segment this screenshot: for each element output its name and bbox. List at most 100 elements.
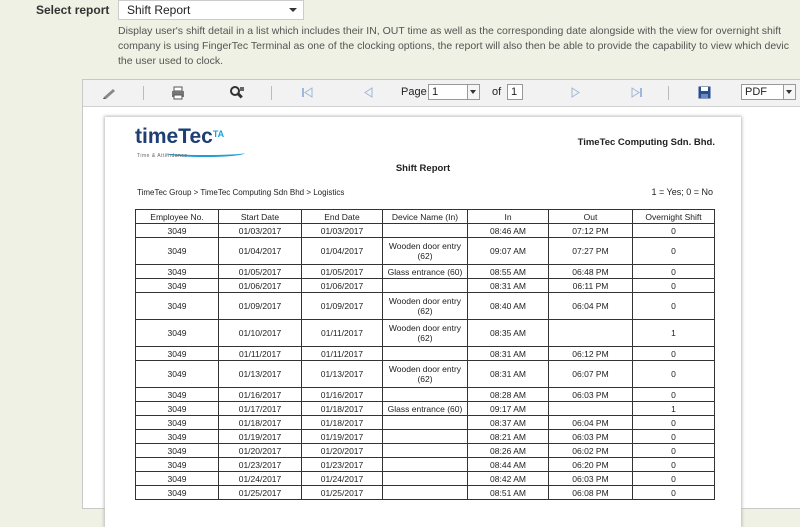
table-cell: 0: [632, 415, 715, 430]
toolbar-separator: [143, 86, 144, 100]
table-cell: 0: [632, 485, 715, 500]
table-cell: 01/23/2017: [301, 457, 383, 472]
table-cell: 01/13/2017: [301, 360, 383, 388]
table-cell: [548, 319, 633, 347]
table-cell: 01/06/2017: [218, 278, 302, 293]
overnight-legend: 1 = Yes; 0 = No: [651, 187, 713, 197]
table-row: 3049 01/18/2017 01/18/2017 08:37 AM 06:04 PM…: [135, 415, 715, 430]
table-cell: Glass entrance (60): [382, 264, 468, 279]
logo-text: timeTec: [135, 125, 213, 148]
description-line: the user used to clock.: [118, 55, 224, 67]
table-cell: 08:35 AM: [467, 319, 549, 347]
table-cell: 0: [632, 387, 715, 402]
table-cell: 0: [632, 360, 715, 388]
table-cell: 3049: [135, 401, 219, 416]
report-page: timeTecTA Time & Attendance TimeTec Comp…: [105, 117, 741, 527]
logo-tagline: Time & Attendance: [137, 153, 188, 159]
table-cell: 08:42 AM: [467, 471, 549, 486]
table-cell: [382, 485, 468, 500]
table-cell: 0: [632, 264, 715, 279]
table-cell: 3049: [135, 471, 219, 486]
table-cell: Wooden door entry (62): [382, 360, 468, 388]
next-page-icon[interactable]: [571, 87, 581, 98]
table-cell: 01/04/2017: [218, 237, 302, 265]
table-row: 3049 01/17/2017 01/18/2017 Glass entrance (…: [135, 401, 715, 416]
table-cell: 06:07 PM: [548, 360, 633, 388]
table-cell: 0: [632, 237, 715, 265]
table-cell: [548, 401, 633, 416]
table-cell: 0: [632, 429, 715, 444]
column-header: Out: [548, 209, 633, 224]
table-cell: 08:28 AM: [467, 387, 549, 402]
export-format-select[interactable]: PDF: [741, 84, 786, 100]
table-cell: 01/16/2017: [301, 387, 383, 402]
save-icon[interactable]: [698, 86, 711, 99]
last-page-icon[interactable]: [631, 87, 643, 98]
table-cell: 07:27 PM: [548, 237, 633, 265]
report-select[interactable]: Shift Report: [118, 0, 304, 20]
table-cell: 06:08 PM: [548, 485, 633, 500]
table-cell: 06:02 PM: [548, 443, 633, 458]
table-cell: 1: [632, 319, 715, 347]
table-cell: 08:31 AM: [467, 278, 549, 293]
table-cell: 01/03/2017: [218, 223, 302, 238]
column-header: Start Date: [218, 209, 302, 224]
table-cell: 01/23/2017: [218, 457, 302, 472]
toolbar-separator: [668, 86, 669, 100]
table-cell: 0: [632, 457, 715, 472]
toolbar-separator: [271, 86, 272, 100]
table-cell: 01/24/2017: [218, 471, 302, 486]
table-cell: 01/11/2017: [301, 346, 383, 361]
table-cell: 06:20 PM: [548, 457, 633, 472]
page-dropdown[interactable]: [467, 84, 480, 100]
viewer-toolbar: Page 1 of 1 PDF: [83, 80, 800, 107]
table-cell: 01/11/2017: [301, 319, 383, 347]
edit-icon[interactable]: [103, 87, 117, 99]
table-cell: 01/05/2017: [218, 264, 302, 279]
find-icon[interactable]: [229, 85, 245, 100]
table-cell: 3049: [135, 387, 219, 402]
column-header: Device Name (In): [382, 209, 468, 224]
table-cell: 01/20/2017: [218, 443, 302, 458]
page-label: Page: [401, 86, 427, 98]
column-header: Employee No.: [135, 209, 219, 224]
table-header-row: Employee No. Start Date End Date Device Nam…: [135, 209, 715, 224]
table-cell: 3049: [135, 237, 219, 265]
table-cell: 06:03 PM: [548, 429, 633, 444]
table-cell: 1: [632, 401, 715, 416]
prev-page-icon[interactable]: [363, 87, 373, 98]
table-cell: Wooden door entry (62): [382, 319, 468, 347]
table-cell: 3049: [135, 485, 219, 500]
table-row: 3049 01/16/2017 01/16/2017 08:28 AM 06:03 PM…: [135, 387, 715, 402]
table-cell: [382, 471, 468, 486]
table-cell: 3049: [135, 223, 219, 238]
table-cell: [382, 346, 468, 361]
report-title: Shift Report: [395, 163, 451, 174]
timetec-logo: timeTecTA Time & Attendance: [135, 125, 245, 159]
table-cell: 01/25/2017: [218, 485, 302, 500]
page-input[interactable]: 1: [428, 84, 471, 100]
table-row: 3049 01/19/2017 01/19/2017 08:21 AM 06:03 PM…: [135, 429, 715, 444]
table-row: 3049 01/03/2017 01/03/2017 08:46 AM 07:12 PM…: [135, 223, 715, 238]
table-cell: 0: [632, 223, 715, 238]
first-page-icon[interactable]: [301, 87, 313, 98]
table-row: 3049 01/06/2017 01/06/2017 08:31 AM 06:11 PM…: [135, 278, 715, 293]
table-cell: 01/03/2017: [301, 223, 383, 238]
print-icon[interactable]: [171, 86, 185, 100]
table-row: 3049 01/09/2017 01/09/2017 Wooden door entr…: [135, 292, 715, 320]
table-cell: 01/10/2017: [218, 319, 302, 347]
table-cell: 08:31 AM: [467, 360, 549, 388]
table-cell: 09:07 AM: [467, 237, 549, 265]
table-cell: 3049: [135, 278, 219, 293]
table-row: 3049 01/11/2017 01/11/2017 08:31 AM 06:12 PM…: [135, 346, 715, 361]
table-cell: 01/18/2017: [301, 415, 383, 430]
table-cell: 08:31 AM: [467, 346, 549, 361]
table-cell: 01/19/2017: [218, 429, 302, 444]
table-cell: 0: [632, 443, 715, 458]
table-cell: 01/24/2017: [301, 471, 383, 486]
of-label: of: [492, 86, 502, 98]
table-cell: 01/09/2017: [218, 292, 302, 320]
chevron-down-icon: [289, 8, 297, 12]
table-row: 3049 01/10/2017 01/11/2017 Wooden door entr…: [135, 319, 715, 347]
export-format-dropdown[interactable]: [783, 84, 796, 100]
